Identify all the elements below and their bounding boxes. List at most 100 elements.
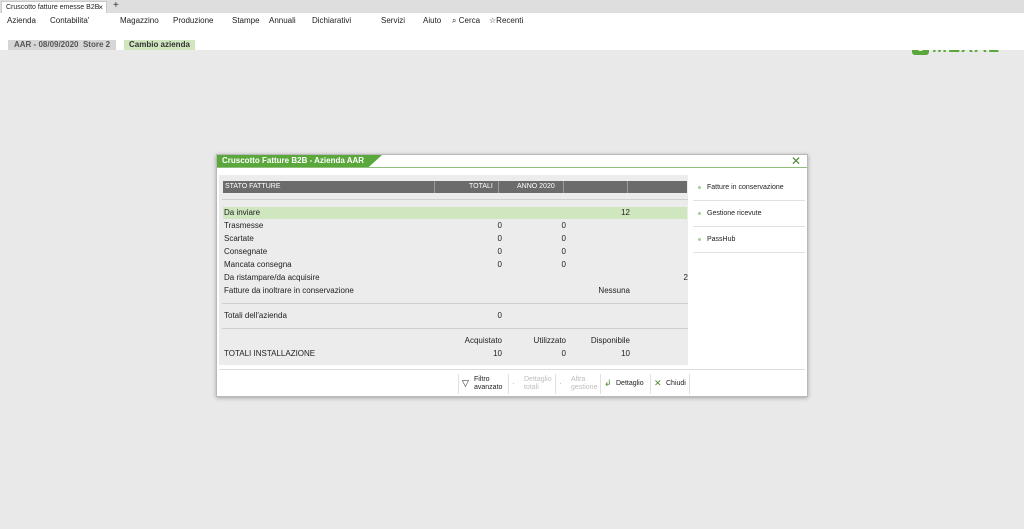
- installazione-label: TOTALI INSTALLAZIONE: [224, 349, 316, 358]
- info-bar: AAR - 08/09/2020 Store 2 Cambio azienda: [0, 38, 1024, 50]
- row-totali: 0: [497, 260, 502, 269]
- menu-cerca[interactable]: ⌕ Cerca: [452, 15, 480, 27]
- chiudi-button[interactable]: ✕ Chiudi: [650, 374, 690, 394]
- altra-gestione-line1: Altra: [571, 376, 586, 383]
- divider: [222, 303, 688, 304]
- dettaglio-totali-line2: totali: [524, 384, 539, 391]
- divider: [222, 328, 688, 329]
- dettaglio-label: Dettaglio: [616, 380, 644, 387]
- table-row[interactable]: Mancata consegna 0 0: [224, 259, 684, 271]
- dettaglio-totali-button[interactable]: · Dettaglio totali: [508, 374, 555, 394]
- search-icon: ⌕: [452, 16, 457, 25]
- header-divider: [627, 181, 628, 193]
- close-tab-icon[interactable]: ×: [98, 2, 103, 13]
- header-divider: [434, 181, 435, 193]
- dettaglio-totali-line1: Dettaglio: [524, 376, 552, 383]
- menu-recenti[interactable]: ☆Recenti: [489, 15, 523, 27]
- disponibile-value: 10: [621, 349, 630, 358]
- button-label: Altra gestione: [571, 376, 597, 392]
- installazione-row: TOTALI INSTALLAZIONE 10 0 10: [224, 348, 684, 360]
- bullet-icon: [698, 238, 701, 241]
- enter-arrow-icon: ↲: [604, 378, 612, 388]
- change-company-button[interactable]: Cambio azienda: [124, 40, 195, 50]
- button-label: Dettaglio totali: [524, 376, 552, 392]
- disponibile-header: Disponibile: [590, 336, 630, 345]
- header-stato: STATO FATTURE: [225, 183, 281, 190]
- divider: [222, 199, 688, 200]
- close-icon[interactable]: ✕: [791, 154, 801, 168]
- store-label: Store 2: [82, 40, 111, 49]
- row-label: Trasmesse: [224, 221, 264, 230]
- table-row[interactable]: Scartate 0 0: [224, 233, 684, 245]
- row-label: Mancata consegna: [224, 260, 292, 269]
- menu-magazzino[interactable]: Magazzino: [120, 15, 159, 27]
- side-item-passhub[interactable]: PassHub: [693, 227, 805, 253]
- filter-icon: ▽: [462, 378, 469, 388]
- side-item-gestione-ricevute[interactable]: Gestione ricevute: [693, 201, 805, 227]
- bullet-icon: [698, 186, 701, 189]
- header-anno: ANNO 2020: [517, 183, 555, 190]
- row-anno: 0: [561, 221, 566, 230]
- table-header: STATO FATTURE TOTALI ANNO 2020: [223, 181, 687, 193]
- tab-cruscotto[interactable]: Cruscotto fatture emesse B2B ×: [1, 1, 107, 13]
- company-date: AAR - 08/09/2020: [14, 40, 79, 49]
- company-info: AAR - 08/09/2020 Store 2: [8, 40, 117, 50]
- menu-dichiarativi[interactable]: Dichiarativi: [312, 15, 351, 27]
- new-tab-icon[interactable]: +: [113, 0, 119, 12]
- table-row[interactable]: Fatture da inoltrare in conservazione Ne…: [224, 285, 684, 297]
- acquistato-header: Acquistato: [464, 336, 502, 345]
- menu-servizi[interactable]: Servizi: [381, 15, 405, 27]
- row-anno: 0: [561, 234, 566, 243]
- row-label: Scartate: [224, 234, 254, 243]
- row-label: Da ristampare/da acquisire: [224, 273, 320, 282]
- side-item-conservazione[interactable]: Fatture in conservazione: [693, 175, 805, 201]
- row-anno: 0: [561, 247, 566, 256]
- disabled-dot-icon: ·: [559, 378, 562, 388]
- utilizzato-header: Utilizzato: [533, 336, 566, 345]
- table-row[interactable]: Trasmesse 0 0: [224, 220, 684, 232]
- installazione-header-row: Acquistato Utilizzato Disponibile: [224, 335, 684, 347]
- menu-produzione[interactable]: Produzione: [173, 15, 213, 27]
- chiudi-label: Chiudi: [666, 380, 686, 387]
- browser-tab-bar: Cruscotto fatture emesse B2B × +: [0, 0, 1024, 13]
- row-totali: 0: [497, 234, 502, 243]
- side-menu: Fatture in conservazione Gestione ricevu…: [693, 175, 805, 253]
- filtro-line2: avanzato: [474, 384, 503, 391]
- menu-aiuto[interactable]: Aiuto: [423, 15, 441, 27]
- menu-cerca-label: Cerca: [458, 16, 481, 25]
- acquistato-value: 10: [493, 349, 502, 358]
- menu-azienda[interactable]: Azienda: [7, 15, 36, 27]
- row-extra2: 2: [683, 273, 688, 282]
- dettaglio-button[interactable]: ↲ Dettaglio: [600, 374, 650, 394]
- totali-azienda-label: Totali dell'azienda: [224, 311, 287, 320]
- filtro-line1: Filtro: [474, 376, 490, 383]
- button-bar: ▽ Filtro avanzato · Dettaglio totali · Alt…: [219, 369, 805, 397]
- cruscotto-dialog: Cruscotto Fatture B2B - Azienda AAR ✕ ST…: [216, 154, 808, 397]
- menu-stampe[interactable]: Stampe: [232, 15, 260, 27]
- row-label: Fatture da inoltrare in conservazione: [224, 286, 354, 295]
- header-totali: TOTALI: [469, 183, 493, 190]
- menu-contabilita[interactable]: Contabilita': [50, 15, 89, 27]
- title-underline: [217, 167, 807, 168]
- header-divider: [563, 181, 564, 193]
- altra-gestione-line2: gestione: [571, 384, 598, 391]
- table-row[interactable]: Da inviare 12: [224, 207, 684, 219]
- totali-azienda-value: 0: [497, 311, 502, 320]
- close-icon: ✕: [654, 378, 662, 388]
- menu-recenti-label: Recenti: [496, 16, 524, 25]
- row-label: Da inviare: [224, 208, 261, 217]
- table-row[interactable]: Da ristampare/da acquisire 2: [224, 272, 688, 284]
- filtro-avanzato-button[interactable]: ▽ Filtro avanzato: [458, 374, 508, 394]
- stato-fatture-panel: STATO FATTURE TOTALI ANNO 2020 Da inviar…: [219, 175, 688, 365]
- tab-title: Cruscotto fatture emesse B2B: [6, 4, 100, 11]
- table-row[interactable]: Consegnate 0 0: [224, 246, 684, 258]
- altra-gestione-button[interactable]: · Altra gestione: [555, 374, 600, 394]
- side-item-label: Gestione ricevute: [707, 210, 762, 217]
- row-extra: Nessuna: [598, 286, 630, 295]
- dialog-title: Cruscotto Fatture B2B - Azienda AAR: [217, 155, 382, 167]
- button-label: Filtro avanzato: [474, 376, 502, 392]
- row-anno: 0: [561, 260, 566, 269]
- row-extra: 12: [621, 208, 630, 217]
- menu-annuali[interactable]: Annuali: [269, 15, 296, 27]
- row-totali: 0: [497, 247, 502, 256]
